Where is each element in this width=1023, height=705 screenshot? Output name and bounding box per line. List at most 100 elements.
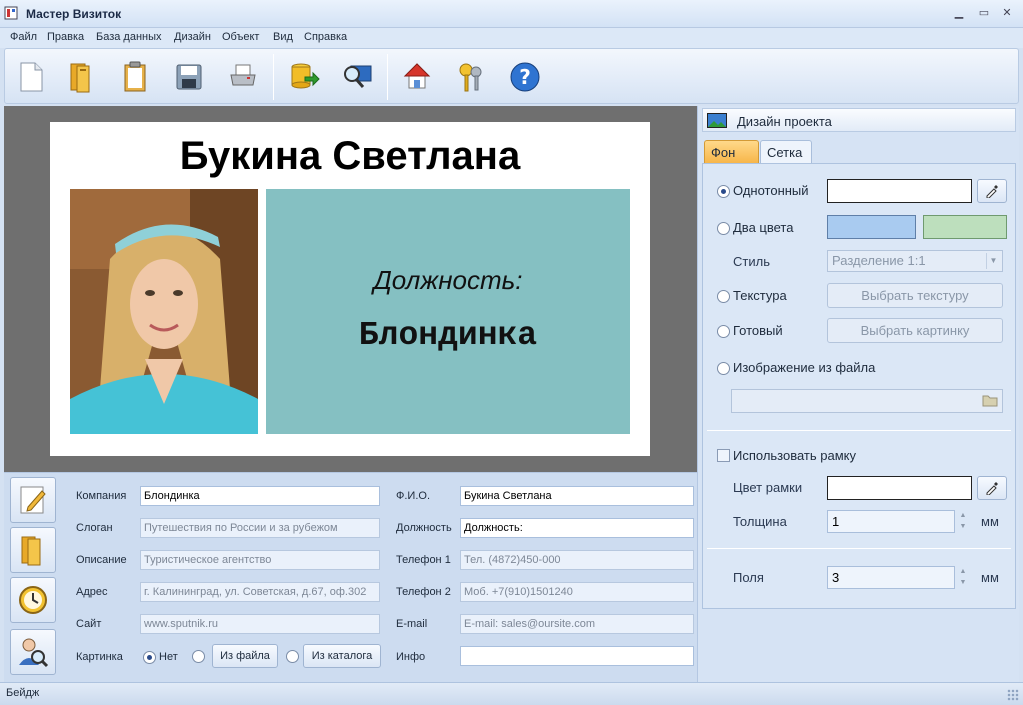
from-file-button[interactable]: Из файла [212,644,278,668]
two-colors-radio[interactable] [717,222,730,235]
ready-radio[interactable] [717,325,730,338]
picture-file-radio[interactable] [192,650,205,663]
portrait-image [70,189,258,434]
search-person-button[interactable] [10,629,56,675]
card-text-block[interactable]: Должность: Блондинка [266,189,630,434]
style-label: Стиль [733,254,770,269]
ready-label[interactable]: Готовый [733,323,783,338]
solid-label[interactable]: Однотонный [733,183,809,198]
menu-view[interactable]: Вид [273,31,293,43]
address-label: Адрес [76,586,108,598]
minimize-button[interactable]: ▁ [950,5,968,21]
menu-design[interactable]: Дизайн [174,31,211,43]
slogan-input[interactable]: Путешествия по России и за рубежом [140,518,380,538]
address-input[interactable]: г. Калининград, ул. Советская, д.67, оф.… [140,582,380,602]
margins-input[interactable]: 3 [827,566,955,589]
thickness-input[interactable]: 1 [827,510,955,533]
phone1-input[interactable]: Тел. (4872)450-000 [460,550,694,570]
close-button[interactable]: ✕ [998,5,1016,21]
choose-picture-button[interactable]: Выбрать картинку [827,318,1003,343]
keys-icon[interactable] [451,57,491,97]
site-input[interactable]: www.sputnik.ru [140,614,380,634]
texture-label[interactable]: Текстура [733,288,787,303]
toolbar-separator [273,54,274,100]
info-input[interactable] [460,646,694,666]
use-frame-label[interactable]: Использовать рамку [733,448,856,463]
position-input[interactable]: Должность: [460,518,694,538]
edit-button[interactable] [10,477,56,523]
card-name[interactable]: Букина Светлана [50,134,650,179]
picture-none-radio[interactable] [143,651,156,664]
edit-pencil-icon [20,486,46,514]
first-color-swatch[interactable] [827,215,916,239]
second-color-swatch[interactable] [923,215,1007,239]
company-input[interactable]: Блондинка [140,486,380,506]
save-icon[interactable] [169,57,209,97]
image-file-label[interactable]: Изображение из файла [733,360,875,375]
menu-file[interactable]: Файл [10,31,37,43]
image-file-radio[interactable] [717,362,730,375]
open-folder-icon[interactable] [61,57,101,97]
menu-edit[interactable]: Правка [47,31,84,43]
window-title: Мастер Визиток [26,7,122,21]
menu-object[interactable]: Объект [222,31,259,43]
fio-input[interactable]: Букина Светлана [460,486,694,506]
email-label: E-mail [396,618,428,630]
folder-browse-icon[interactable] [982,393,998,407]
print-icon[interactable] [223,57,263,97]
database-export-icon[interactable] [283,57,323,97]
margins-unit: мм [981,570,999,585]
picture-catalog-radio[interactable] [286,650,299,663]
maximize-button[interactable]: ▭ [975,5,993,21]
phone2-input[interactable]: Моб. +7(910)1501240 [460,582,694,602]
chevron-down-icon[interactable]: ▼ [986,253,1000,269]
landscape-picture-icon [707,113,727,128]
position-value[interactable]: Блондинка [266,317,630,354]
style-dropdown[interactable]: Разделение 1:1 ▼ [827,250,1003,272]
home-icon[interactable] [397,57,437,97]
help-icon[interactable]: ? [505,57,545,97]
divider [707,548,1011,549]
picture-none-label[interactable]: Нет [159,651,178,663]
new-document-icon[interactable] [11,57,51,97]
texture-radio[interactable] [717,290,730,303]
style-value: Разделение 1:1 [832,253,926,268]
clipboard-icon[interactable] [115,57,155,97]
toolbar: ? [4,48,1019,104]
thickness-label: Толщина [733,514,787,529]
choose-texture-button[interactable]: Выбрать текстуру [827,283,1003,308]
picture-label: Картинка [76,651,123,663]
solid-radio[interactable] [717,185,730,198]
company-label: Компания [76,490,127,502]
toolbar-separator [387,54,388,100]
use-frame-checkbox[interactable] [717,449,730,462]
frame-color-swatch[interactable] [827,476,972,500]
phone2-label: Телефон 2 [396,586,451,598]
card-preview-area: Букина Светлана Должность: Блондинка [4,106,697,472]
phone1-label: Телефон 1 [396,554,451,566]
thickness-spinner[interactable]: ▲ ▼ [957,510,969,532]
tab-grid[interactable]: Сетка [760,140,812,163]
preview-monitor-icon[interactable] [337,57,377,97]
design-panel-header: Дизайн проекта [702,108,1016,132]
tab-background[interactable]: Фон [704,140,759,163]
email-input[interactable]: E-mail: sales@oursite.com [460,614,694,634]
menu-help[interactable]: Справка [304,31,347,43]
business-card[interactable]: Букина Светлана Должность: Блондинка [50,122,650,456]
resize-grip[interactable] [1007,689,1019,701]
description-input[interactable]: Туристическое агентство [140,550,380,570]
solid-color-swatch[interactable] [827,179,972,203]
margins-spinner[interactable]: ▲ ▼ [957,566,969,588]
description-label: Описание [76,554,127,566]
history-button[interactable] [10,577,56,623]
menu-database[interactable]: База данных [96,31,162,43]
solid-color-picker-button[interactable] [977,179,1007,203]
two-colors-label[interactable]: Два цвета [733,220,793,235]
from-catalog-button[interactable]: Из каталога [303,644,381,668]
card-photo[interactable] [70,189,258,434]
frame-color-picker-button[interactable] [977,476,1007,500]
image-file-path[interactable] [731,389,1003,413]
position-label[interactable]: Должность: [266,265,630,296]
menu-bar: Файл Правка База данных Дизайн Объект Ви… [0,28,1023,48]
catalog-button[interactable] [10,527,56,573]
